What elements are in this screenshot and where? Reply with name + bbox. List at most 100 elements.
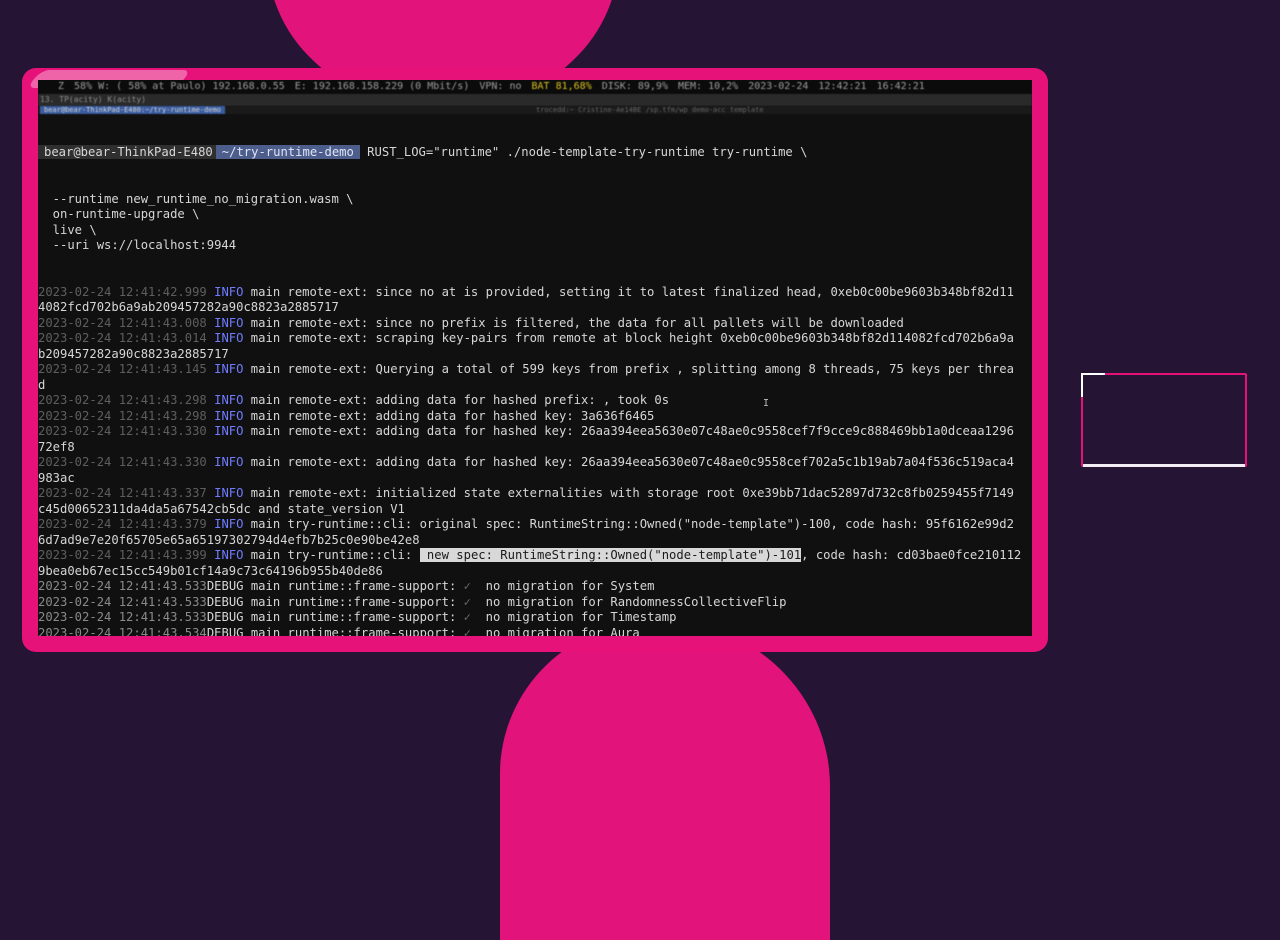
terminal-output: bear@bear-ThinkPad-E480 ~/try-runtime-dem… (38, 114, 1032, 636)
log-line: 2023-02-24 12:41:43.008 INFO main remote… (38, 316, 1032, 332)
check-icon: ✓ (463, 610, 471, 624)
log-line: 2023-02-24 12:41:43.298 INFO main remote… (38, 409, 1032, 425)
log-continuation: 72ef8 (38, 439, 75, 454)
terminal-tab-bar: bear@bear-ThinkPad-E480:~/try-runtime-de… (38, 106, 1032, 114)
log-timestamp: 2023-02-24 12:41:43.298 (38, 408, 207, 423)
log-level: DEBUG (206, 625, 244, 637)
log-line: 2023-02-24 12:41:43.014 INFO main remote… (38, 331, 1032, 347)
command-line: on-runtime-upgrade \ (38, 207, 200, 221)
log-line: 2023-02-24 12:41:43.145 INFO main remote… (38, 362, 1032, 378)
log-continuation: c45d00652311da4da5a67542cb5dc and state_… (38, 501, 405, 516)
log-line: 6d7ad9e7e20f65705e65a65197302794d4efb7b2… (38, 533, 1032, 549)
log-line: c45d00652311da4da5a67542cb5dc and state_… (38, 502, 1032, 518)
log-line: b209457282a90c8823a2885717 (38, 347, 1032, 363)
log-message: no migration for Timestamp (470, 610, 677, 624)
log-line: 2023-02-24 12:41:43.533 DEBUG main runti… (38, 595, 1032, 611)
log-line: 2023-02-24 12:41:43.330 INFO main remote… (38, 424, 1032, 440)
log-message: no migration for System (470, 579, 655, 593)
log-output: 2023-02-24 12:41:42.999 INFO main remote… (38, 285, 1032, 637)
log-message: main try-runtime::cli: original spec: Ru… (243, 517, 1014, 531)
command-line: --uri ws://localhost:9944 (38, 238, 237, 252)
log-message: no migration for Aura (470, 625, 640, 637)
log-message: main try-runtime::cli: (243, 548, 420, 562)
log-line: 2023-02-24 12:41:42.999 INFO main remote… (38, 285, 1032, 301)
check-icon: ✓ (463, 579, 471, 593)
log-line: 2023-02-24 12:41:43.533 DEBUG main runti… (38, 610, 1032, 626)
log-timestamp: 2023-02-24 12:41:43.014 (38, 331, 207, 345)
status-item: BAT 81,68% (531, 81, 592, 92)
terminal-tab-active[interactable]: bear@bear-ThinkPad-E480:~/try-runtime-de… (40, 106, 226, 114)
log-message: main remote-ext: scraping key-pairs from… (243, 331, 1014, 345)
log-message: main runtime::frame-support: (243, 594, 464, 609)
log-continuation: 983ac (38, 470, 75, 485)
log-level: INFO (214, 408, 244, 423)
command-line: --runtime new_runtime_no_migration.wasm … (38, 191, 354, 206)
log-message: main remote-ext: adding data for hashed … (243, 424, 1014, 438)
log-continuation: d (38, 377, 46, 392)
terminal-title: 13. TP(acity) K(acity) (40, 95, 146, 104)
status-item: 58% W: ( 58% at Paulo) 192.168.0.55 (74, 81, 285, 92)
log-message: main remote-ext: adding data for hashed … (243, 455, 1014, 469)
log-message: main runtime::frame-support: (243, 625, 464, 637)
log-level: INFO (214, 455, 244, 469)
log-timestamp: 2023-02-24 12:41:43.533 (38, 610, 207, 624)
terminal-title-bar: 13. TP(acity) K(acity) (38, 94, 1032, 106)
log-level: DEBUG (206, 610, 244, 624)
log-message: main remote-ext: Querying a total of 599… (243, 362, 1014, 376)
log-line: 9bea0eb67ec15cc549b01cf14a9c73c64196b955… (38, 564, 1032, 580)
log-level: INFO (214, 315, 244, 330)
prompt-user-host: bear@bear-ThinkPad-E480 (38, 145, 216, 159)
prompt-directory: ~/try-runtime-demo (215, 145, 360, 159)
log-line: 2023-02-24 12:41:43.534 DEBUG main runti… (38, 626, 1032, 637)
status-item: MEM: 10,2% (677, 81, 739, 92)
log-line: 2023-02-24 12:41:43.298 INFO main remote… (38, 393, 1032, 409)
terminal-tab-other[interactable]: trocedd:~ Cristine-Ae14BE /sp.tfm/wp dem… (536, 106, 764, 114)
overlay-bottom-bar (1083, 464, 1245, 467)
corner-marker (1081, 373, 1105, 397)
log-level: INFO (214, 362, 244, 376)
decorative-blob-bottom (500, 620, 830, 940)
log-line: 983ac (38, 471, 1032, 487)
command-continuation-lines: --runtime new_runtime_no_migration.wasm … (38, 192, 1032, 254)
log-line: 2023-02-24 12:41:43.330 INFO main remote… (38, 455, 1032, 471)
log-continuation: b209457282a90c8823a2885717 (38, 346, 229, 361)
log-timestamp: 2023-02-24 12:41:43.399 (38, 548, 207, 562)
log-message: , code hash: cd03bae0fce210112 (801, 548, 1022, 562)
log-message: main remote-ext: adding data for hashed … (243, 393, 670, 407)
log-timestamp: 2023-02-24 12:41:43.534 (38, 625, 207, 637)
log-selected-text: new spec: RuntimeString::Owned("node-tem… (419, 548, 802, 562)
status-item: 16:42:21 (876, 81, 925, 92)
log-continuation: 6d7ad9e7e20f65705e65a65197302794d4efb7b2… (38, 532, 420, 547)
log-timestamp: 2023-02-24 12:41:43.008 (38, 315, 207, 330)
log-line: 72ef8 (38, 440, 1032, 456)
log-timestamp: 2023-02-24 12:41:43.298 (38, 393, 207, 407)
log-level: DEBUG (206, 579, 244, 593)
status-item: E: 192.168.158.229 (0 Mbit/s) (294, 81, 470, 92)
log-message: main remote-ext: since no prefix is filt… (243, 315, 904, 330)
log-line: 2023-02-24 12:41:43.533 DEBUG main runti… (38, 579, 1032, 595)
status-item: Z (58, 81, 65, 92)
check-icon: ✓ (463, 594, 471, 609)
mouse-cursor-icon: I (763, 398, 770, 409)
log-level: DEBUG (206, 594, 244, 609)
log-level: INFO (214, 331, 244, 345)
prompt-command: RUST_LOG="runtime" ./node-template-try-r… (359, 145, 808, 159)
log-timestamp: 2023-02-24 12:41:43.379 (38, 517, 207, 531)
log-line: 4082fcd702b6a9ab209457282a90c8823a288571… (38, 300, 1032, 316)
log-line: 2023-02-24 12:41:43.379 INFO main try-ru… (38, 517, 1032, 533)
log-level: INFO (214, 548, 244, 562)
log-timestamp: 2023-02-24 12:41:43.145 (38, 362, 207, 376)
log-message: main remote-ext: since no at is provided… (243, 284, 1014, 299)
status-item: VPN: no (479, 81, 522, 92)
status-item: DISK: 89,9% (601, 81, 668, 92)
log-timestamp: 2023-02-24 12:41:43.337 (38, 486, 207, 500)
status-item: 12:42:21 (818, 81, 867, 92)
log-level: INFO (214, 393, 244, 407)
log-timestamp: 2023-02-24 12:41:43.533 (38, 579, 207, 593)
terminal-window[interactable]: Z 58% W: ( 58% at Paulo) 192.168.0.55 E: 1… (38, 80, 1032, 636)
log-message: main remote-ext: adding data for hashed … (243, 408, 655, 423)
log-message: main runtime::frame-support: (243, 579, 464, 593)
log-continuation: 4082fcd702b6a9ab209457282a90c8823a288571… (38, 300, 339, 314)
log-message: main remote-ext: initialized state exter… (243, 486, 1014, 500)
log-continuation: 9bea0eb67ec15cc549b01cf14a9c73c64196b955… (38, 563, 383, 578)
